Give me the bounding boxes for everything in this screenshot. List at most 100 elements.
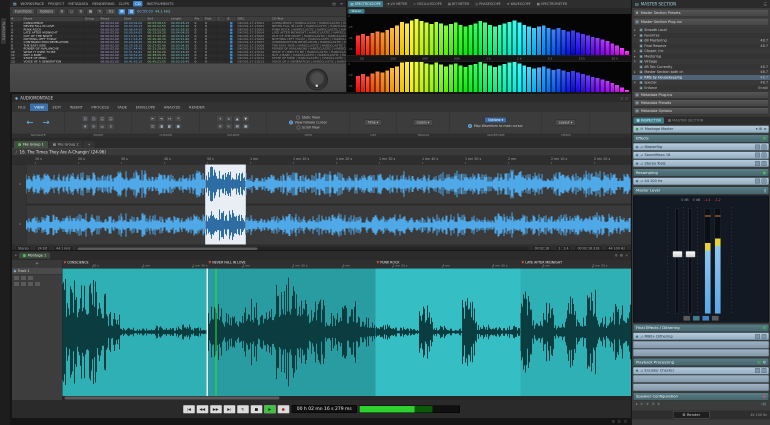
track-marker[interactable]: ▼ CONSCIENCE bbox=[64, 261, 89, 265]
meter-tab-wavescope[interactable]: ≋ WAVESCOPE bbox=[504, 1, 533, 7]
tool-icon[interactable]: ≋ bbox=[216, 123, 224, 130]
tool-icon[interactable]: ◰ bbox=[81, 115, 89, 122]
master-level-header[interactable]: Master Level ‖ bbox=[633, 186, 769, 195]
navigate-back-button[interactable]: ← bbox=[24, 118, 35, 127]
functions-button[interactable]: Functions bbox=[12, 8, 35, 15]
cd-text-checkbox[interactable] bbox=[229, 22, 233, 25]
options-button[interactable]: Options bbox=[36, 8, 57, 15]
tool-icon[interactable]: ▤ bbox=[233, 123, 241, 130]
meter-tab-phasescope[interactable]: ◎ PHASESCOPE bbox=[473, 1, 503, 7]
ribbon-tab-edit[interactable]: EDIT bbox=[48, 104, 65, 112]
cd-text-checkbox[interactable] bbox=[229, 44, 233, 47]
menu-item-metadata[interactable]: METADATA bbox=[68, 1, 88, 6]
master-presets-header[interactable]: ⚙ Master Section Presets bbox=[633, 9, 769, 17]
playlists-rail-tab[interactable]: PLAYLISTS bbox=[1, 18, 6, 44]
plugin-tree-row[interactable]: ▸ ▣ Master Section both ch 48.7 bbox=[632, 69, 770, 75]
minimize-icon[interactable]: ▫ bbox=[621, 96, 624, 101]
speaker-config-header[interactable]: Speaker Configuration ◉ bbox=[633, 392, 769, 401]
preset-icon[interactable]: ⊿ bbox=[640, 145, 643, 149]
column-header-8[interactable]: Post bbox=[204, 16, 217, 22]
dock-icon-2[interactable]: ⊟ bbox=[618, 420, 621, 424]
meter-mini-button[interactable] bbox=[702, 315, 710, 321]
ribbon-tab-file[interactable]: FILE bbox=[14, 104, 30, 112]
grid-icon[interactable]: ▦ bbox=[86, 8, 95, 15]
plugin-tree-row[interactable]: ▣ Final Resolve 48.7 bbox=[632, 43, 770, 49]
tool-icon[interactable]: ▭ bbox=[98, 123, 106, 130]
tree-arrow-icon[interactable]: ▸ bbox=[634, 49, 638, 53]
track-marker[interactable]: ▼ LATE AFTER MIDNIGHT bbox=[522, 261, 563, 265]
track-header[interactable]: ◉ Track 1 bbox=[12, 267, 62, 275]
tree-arrow-icon[interactable]: ▾ bbox=[634, 60, 638, 64]
menu-item-instruments[interactable]: INSTRUMENTS bbox=[147, 1, 174, 6]
speaker-mute-icon[interactable]: ◉ bbox=[763, 394, 766, 399]
tree-arrow-icon[interactable]: ▾ bbox=[634, 81, 638, 85]
cd-text-checkbox[interactable] bbox=[229, 50, 233, 54]
mute-button[interactable] bbox=[13, 275, 20, 281]
bypass-icon[interactable]: ◉ bbox=[636, 334, 639, 338]
track-routing-button[interactable] bbox=[27, 281, 34, 287]
tool-icon[interactable]: ⇥ bbox=[157, 115, 165, 122]
tool-icon[interactable]: ⇤ bbox=[149, 115, 157, 122]
view-list-toggle[interactable]: ▤ bbox=[118, 8, 126, 15]
file-tab[interactable]: ■ File Group 2 bbox=[48, 141, 83, 148]
preset-icon[interactable]: ⊿ bbox=[640, 153, 643, 157]
menu-item-workspace[interactable]: WORKSPACE bbox=[21, 1, 45, 6]
cd-text-checkbox[interactable] bbox=[229, 41, 233, 44]
meter-tab-bit-meter[interactable]: ▤ BIT METER bbox=[445, 1, 471, 7]
tool-icon[interactable]: ◧ bbox=[166, 123, 174, 130]
tool-icon[interactable]: ◫ bbox=[149, 123, 157, 130]
tool-icon[interactable]: ▼ bbox=[242, 115, 250, 122]
cd-text-checkbox[interactable] bbox=[229, 34, 233, 38]
panel-tab-inspector[interactable]: ▦ INSPECTOR bbox=[633, 117, 664, 124]
solo-box-icon[interactable] bbox=[755, 144, 760, 150]
montage-layout-icon[interactable]: ▤ bbox=[620, 254, 623, 258]
column-header-3[interactable]: Pause bbox=[100, 16, 123, 22]
speaker-2-icon[interactable]: ② bbox=[646, 402, 649, 406]
new-file-tab-button[interactable]: + bbox=[83, 141, 95, 148]
record-arm-button[interactable] bbox=[27, 275, 34, 281]
final-effect-slot[interactable]: ◉ ⊿ MBit+ Dithering bbox=[633, 332, 769, 340]
tool-icon[interactable]: ▲ bbox=[233, 115, 241, 122]
speaker-3-icon[interactable]: ③ bbox=[652, 402, 655, 406]
ribbon-tab-envelope[interactable]: ENVELOPE bbox=[132, 104, 160, 112]
dock-icon-1[interactable]: ⊞ bbox=[612, 420, 615, 424]
menu-item-project[interactable]: PROJECT bbox=[48, 1, 64, 6]
waveform-selection[interactable] bbox=[205, 164, 246, 245]
solo-box-icon[interactable] bbox=[755, 368, 760, 373]
ribbon-tab-fade[interactable]: FADE bbox=[113, 104, 131, 112]
track-gear-button[interactable] bbox=[13, 281, 20, 287]
plugin-tree-row[interactable]: ▸ ▣ Clipper, Inc bbox=[632, 48, 770, 54]
monitor-knob[interactable] bbox=[306, 68, 328, 91]
tool-icon[interactable]: + bbox=[216, 115, 224, 122]
solo-box-icon[interactable] bbox=[755, 178, 760, 184]
column-header-1[interactable]: Name bbox=[23, 16, 84, 22]
gear-icon[interactable]: ⚙ bbox=[58, 8, 66, 15]
window-menu-icon[interactable]: ≡ bbox=[340, 1, 343, 6]
final-effect-slot[interactable] bbox=[633, 340, 769, 349]
audio-clip[interactable] bbox=[375, 268, 522, 396]
tree-arrow-icon[interactable]: ▾ bbox=[634, 33, 638, 37]
column-header-11[interactable]: ISRC bbox=[237, 16, 271, 22]
panel-tab-master-section[interactable]: ▦ MASTER SECTION bbox=[665, 118, 706, 124]
playback-header[interactable]: Playback Processing ⊞ ⚙ bbox=[633, 358, 769, 366]
speaker-icon[interactable]: ◁)) bbox=[761, 402, 766, 406]
column-header-2[interactable]: Group bbox=[84, 16, 100, 22]
tool-icon[interactable]: ▦ bbox=[242, 123, 250, 130]
column-header-7[interactable]: Pre bbox=[194, 16, 204, 22]
resampling-slot[interactable]: ◉ ⊿ 44 100 Hz bbox=[633, 177, 769, 185]
dock-icon-3[interactable]: ◫ bbox=[624, 420, 627, 424]
tree-arrow-icon[interactable]: ▸ bbox=[634, 70, 638, 74]
file-tab[interactable]: ■ File Group 1 bbox=[14, 141, 48, 148]
menu-item-rendering[interactable]: RENDERING bbox=[92, 1, 114, 6]
view-option-scroll-view[interactable]: Scroll View bbox=[296, 125, 320, 130]
audio-clip[interactable] bbox=[62, 268, 209, 396]
remove-box-icon[interactable] bbox=[761, 178, 767, 184]
plugin-tree-row[interactable]: ▸ ▣ Smooth Loud bbox=[632, 27, 770, 33]
meter-options-icon[interactable]: ‖ bbox=[764, 188, 766, 193]
loop-button[interactable]: ↻ bbox=[236, 404, 249, 414]
resampling-header[interactable]: Resampling ● bbox=[633, 168, 769, 177]
rewind-button[interactable]: ◀◀ bbox=[196, 404, 209, 414]
record-button[interactable]: ● bbox=[277, 404, 290, 414]
playback-add-icon[interactable]: ⊞ bbox=[757, 360, 760, 365]
solo-box-icon[interactable] bbox=[755, 152, 760, 158]
